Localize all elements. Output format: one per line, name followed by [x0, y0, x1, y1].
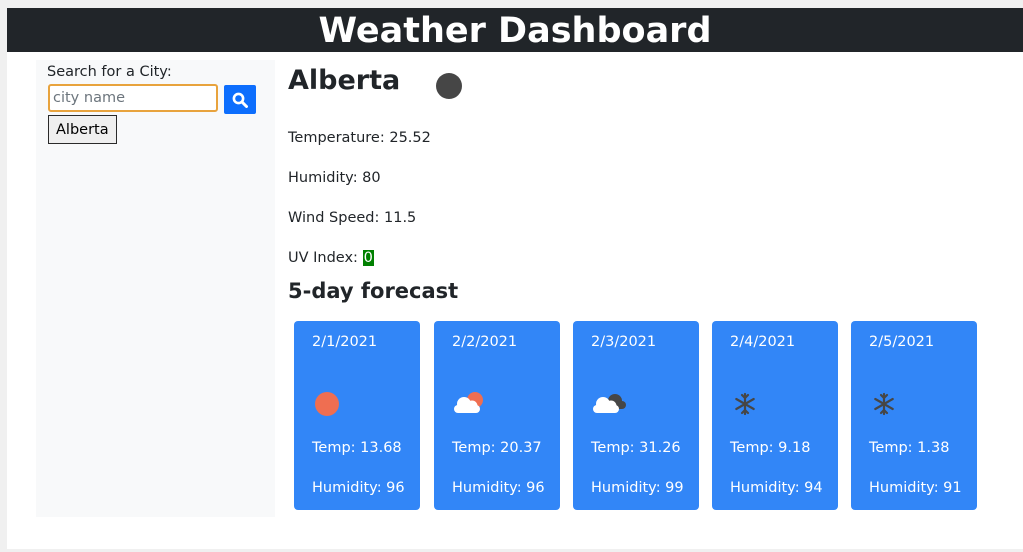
main-content: Alberta Temperature: 25.52 Humidity: 80 …: [288, 60, 1008, 540]
page-header: Weather Dashboard: [7, 8, 1023, 52]
history-button-alberta[interactable]: Alberta: [48, 115, 117, 144]
cloudy-icon: [591, 389, 626, 419]
search-input[interactable]: [48, 84, 218, 112]
page-title: Weather Dashboard: [318, 11, 712, 51]
uv-index-label: UV Index:: [288, 250, 363, 266]
forecast-card: 2/4/2021 Temp: 9.18 Humidity: 94: [712, 321, 838, 510]
forecast-date: 2/4/2021: [730, 334, 796, 350]
forecast-date: 2/5/2021: [869, 334, 935, 350]
forecast-temp: Temp: 9.18: [730, 440, 811, 456]
search-button[interactable]: [224, 85, 256, 114]
forecast-temp: Temp: 13.68: [312, 440, 402, 456]
search-label: Search for a City:: [47, 64, 172, 80]
snowflake-icon: [730, 389, 764, 419]
forecast-card: 2/2/2021 Temp: 20.37 Humidity: 96: [434, 321, 560, 510]
dark-circle-icon: [436, 73, 462, 99]
forecast-humidity: Humidity: 91: [869, 480, 962, 496]
forecast-card: 2/5/2021 Temp: 1.38 Humidity: 91: [851, 321, 977, 510]
snowflake-icon: [869, 389, 903, 419]
current-temperature: Temperature: 25.52: [288, 130, 431, 146]
forecast-humidity: Humidity: 96: [452, 480, 545, 496]
forecast-humidity: Humidity: 96: [312, 480, 405, 496]
current-uv-index: UV Index: 0: [288, 250, 374, 266]
forecast-date: 2/1/2021: [312, 334, 378, 350]
current-wind-speed: Wind Speed: 11.5: [288, 210, 417, 226]
forecast-temp: Temp: 20.37: [452, 440, 542, 456]
forecast-humidity: Humidity: 94: [730, 480, 823, 496]
sun-icon: [312, 389, 346, 419]
forecast-date: 2/2/2021: [452, 334, 518, 350]
forecast-humidity: Humidity: 99: [591, 480, 684, 496]
current-city-name: Alberta: [288, 65, 401, 96]
sidebar: Search for a City: Alberta: [36, 60, 275, 517]
uv-index-badge: 0: [362, 250, 374, 266]
forecast-temp: Temp: 31.26: [591, 440, 681, 456]
forecast-title: 5-day forecast: [288, 279, 459, 303]
forecast-card: 2/3/2021 Temp: 31.26 Humidity: 99: [573, 321, 699, 510]
forecast-temp: Temp: 1.38: [869, 440, 950, 456]
current-humidity: Humidity: 80: [288, 170, 381, 186]
forecast-date: 2/3/2021: [591, 334, 657, 350]
page: Weather Dashboard Search for a City: Alb…: [7, 8, 1023, 549]
search-icon: [232, 92, 248, 108]
forecast-card: 2/1/2021 Temp: 13.68 Humidity: 96: [294, 321, 420, 510]
cloud-sun-icon: [452, 389, 486, 419]
